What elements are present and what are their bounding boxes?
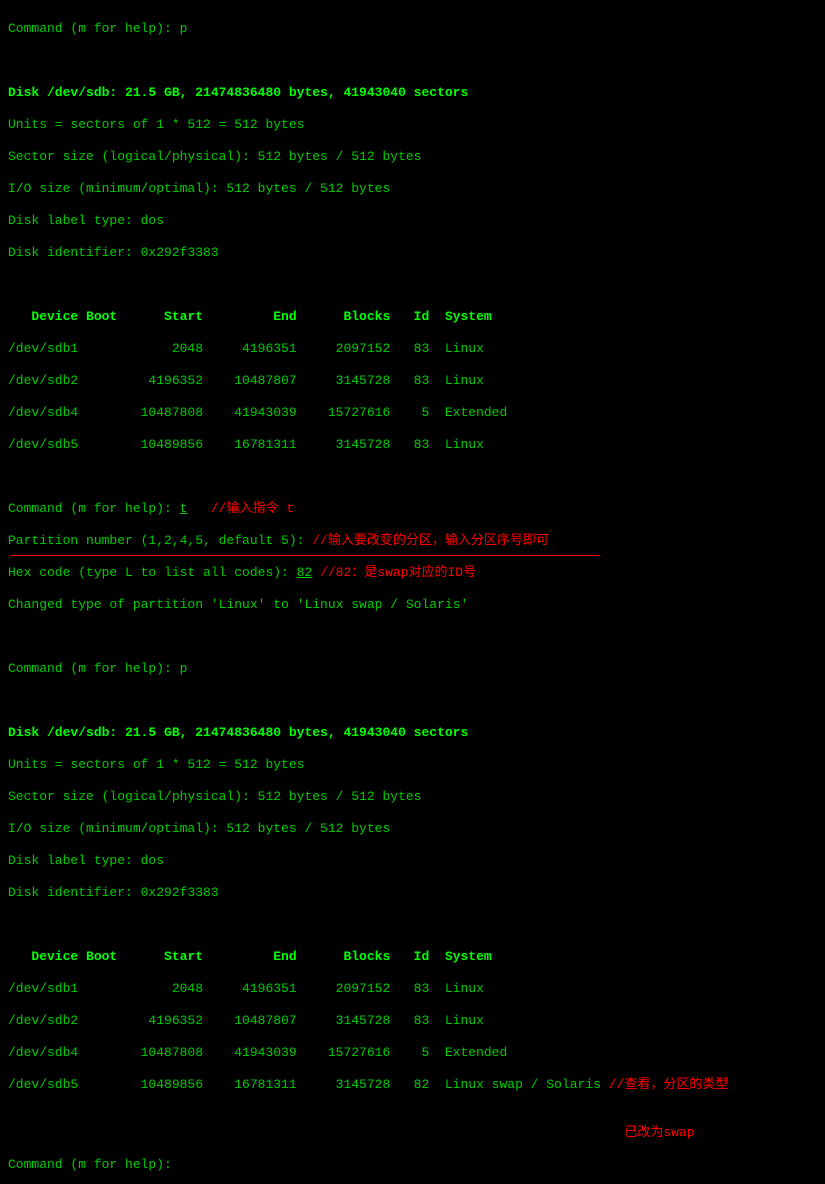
partition-row: /dev/sdb5 10489856 16781311 3145728 82 L… bbox=[8, 1077, 817, 1093]
cmd-line: Command (m for help): p bbox=[8, 21, 817, 37]
hex-line: Hex code (type L to list all codes): 82 … bbox=[8, 565, 817, 581]
disk-info-line: Disk label type: dos bbox=[8, 213, 817, 229]
annotation-t: //输入指令 t bbox=[211, 501, 294, 516]
disk-info-line: I/O size (minimum/optimal): 512 bytes / … bbox=[8, 181, 817, 197]
disk-info-line: Sector size (logical/physical): 512 byte… bbox=[8, 789, 817, 805]
partition-row: /dev/sdb2 4196352 10487807 3145728 83 Li… bbox=[8, 373, 817, 389]
prompt: Command (m for help): bbox=[8, 1157, 180, 1172]
input-p[interactable]: p bbox=[180, 661, 188, 676]
cmd-line: Command (m for help): p bbox=[8, 661, 817, 677]
partition-header: Device Boot Start End Blocks Id System bbox=[8, 949, 817, 965]
prompt: Command (m for help): bbox=[8, 661, 180, 676]
annotation-result1: //查看，分区的类型 bbox=[609, 1077, 729, 1092]
changed-line: Changed type of partition 'Linux' to 'Li… bbox=[8, 597, 817, 613]
blank-line bbox=[8, 469, 817, 485]
input-t[interactable]: t bbox=[180, 501, 188, 516]
partition-header: Device Boot Start End Blocks Id System bbox=[8, 309, 817, 325]
partition-row: /dev/sdb4 10487808 41943039 15727616 5 E… bbox=[8, 1045, 817, 1061]
cmd-line: Command (m for help): bbox=[8, 1157, 817, 1173]
prompt: Command (m for help): bbox=[8, 21, 180, 36]
partition-row: /dev/sdb4 10487808 41943039 15727616 5 E… bbox=[8, 405, 817, 421]
partition-row: /dev/sdb5 10489856 16781311 3145728 83 L… bbox=[8, 437, 817, 453]
input-p[interactable]: p bbox=[180, 21, 188, 36]
blank-line bbox=[8, 693, 817, 709]
partition-number-line: Partition number (1,2,4,5, default 5): /… bbox=[8, 533, 817, 549]
partition-row: /dev/sdb1 2048 4196351 2097152 83 Linux bbox=[8, 981, 817, 997]
disk-info-line: Units = sectors of 1 * 512 = 512 bytes bbox=[8, 117, 817, 133]
disk-info-line: Disk /dev/sdb: 21.5 GB, 21474836480 byte… bbox=[8, 85, 817, 101]
prompt: Command (m for help): bbox=[8, 501, 180, 516]
disk-info-line: Disk identifier: 0x292f3383 bbox=[8, 885, 817, 901]
highlight-underline bbox=[10, 555, 600, 556]
blank-line bbox=[8, 629, 817, 645]
pn-prompt: Partition number (1,2,4,5, default 5): bbox=[8, 533, 312, 548]
disk-info-line: Sector size (logical/physical): 512 byte… bbox=[8, 149, 817, 165]
partition-row: /dev/sdb2 4196352 10487807 3145728 83 Li… bbox=[8, 1013, 817, 1029]
annotation-pn: //输入要改变的分区，输入分区序号即可 bbox=[312, 533, 549, 548]
row-text: /dev/sdb5 10489856 16781311 3145728 82 L… bbox=[8, 1077, 601, 1092]
blank-line bbox=[8, 53, 817, 69]
disk-info-line: Disk identifier: 0x292f3383 bbox=[8, 245, 817, 261]
disk-info-line: Disk /dev/sdb: 21.5 GB, 21474836480 byte… bbox=[8, 725, 817, 741]
hex-prompt: Hex code (type L to list all codes): bbox=[8, 565, 297, 580]
terminal-output: Command (m for help): p Disk /dev/sdb: 2… bbox=[0, 0, 825, 1184]
disk-info-line: I/O size (minimum/optimal): 512 bytes / … bbox=[8, 821, 817, 837]
annotation-hex: //82：是swap对应的ID号 bbox=[320, 565, 476, 580]
cmd-line: Command (m for help): t //输入指令 t bbox=[8, 501, 817, 517]
partition-row: /dev/sdb1 2048 4196351 2097152 83 Linux bbox=[8, 341, 817, 357]
disk-info-line: Disk label type: dos bbox=[8, 853, 817, 869]
blank-line bbox=[8, 917, 817, 933]
input-hex[interactable]: 82 bbox=[297, 565, 313, 580]
annotation-line: 已改为swap bbox=[8, 1125, 817, 1141]
blank-line bbox=[8, 277, 817, 293]
disk-info-line: Units = sectors of 1 * 512 = 512 bytes bbox=[8, 757, 817, 773]
annotation-result2: 已改为swap bbox=[624, 1125, 694, 1140]
